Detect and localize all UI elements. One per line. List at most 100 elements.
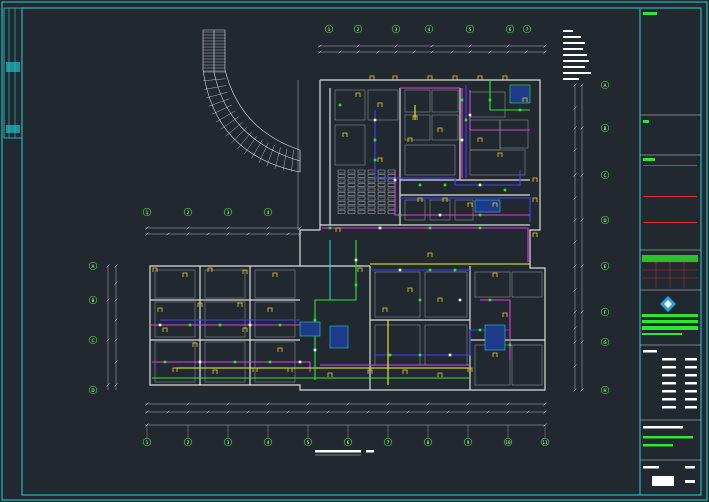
pipe-node: [398, 268, 402, 272]
desk-unit: [387, 205, 396, 210]
desk-unit: [357, 183, 366, 187]
grid-bubble-label: 5: [307, 440, 310, 445]
desk-unit: [377, 183, 386, 187]
fixture-symbol: [492, 272, 498, 277]
pipe-node: [460, 138, 464, 142]
fixture-symbol: [377, 102, 383, 107]
pipe-node: [418, 353, 422, 357]
desk-unit: [377, 178, 386, 183]
pipe-node: [478, 183, 482, 187]
sheet-outer-border: [1, 1, 708, 501]
desk-unit: [347, 196, 356, 201]
pipe-node: [478, 328, 482, 332]
fixture-symbol: [357, 267, 363, 272]
desk-unit: [387, 210, 396, 214]
room-outline: [511, 344, 543, 386]
fixture-symbol: [162, 327, 168, 332]
binding-strip: [3, 7, 23, 139]
grid-bubble-label: B: [604, 126, 607, 131]
desk-unit: [367, 201, 376, 205]
desk-unit: [347, 205, 356, 210]
pipe-node: [163, 360, 167, 364]
desk-unit: [337, 205, 346, 210]
desk-unit: [387, 169, 396, 174]
grid-bubble-label: 8: [427, 440, 430, 445]
desk-unit: [367, 210, 376, 214]
grid-bubble-label: 3: [227, 210, 230, 215]
desk-unit: [337, 201, 346, 205]
pipe-node: [373, 138, 377, 142]
tb-grid-small: [642, 261, 698, 288]
desk-unit: [377, 192, 386, 196]
pipe-node: [198, 360, 202, 364]
room-outline: [404, 199, 426, 221]
desk-unit: [387, 183, 396, 187]
ramp-tread: [204, 85, 227, 90]
ramp-tread: [291, 149, 294, 172]
room-outline: [499, 119, 529, 149]
room-outline: [404, 114, 431, 141]
ramp-tread: [251, 139, 263, 159]
desk-unit: [347, 174, 356, 178]
desk-unit: [337, 174, 346, 178]
grid-bubble-label: 2: [187, 440, 190, 445]
pipe-node: [460, 98, 464, 102]
desk-unit: [367, 187, 376, 192]
fixture-symbol: [502, 312, 508, 317]
room-outline: [367, 89, 399, 121]
cad-drawing-canvas[interactable]: 1 2 3 4 5 6 7 1 2 3 4 1 2 3 4 5 6 7 8 9 10 11 A B C D E F G H A B C D: [0, 0, 709, 502]
desk-unit: [377, 196, 386, 201]
tb-sign-rows: [643, 350, 697, 486]
grid-bubble-label: 3: [227, 440, 230, 445]
fixture-symbol: [532, 197, 538, 202]
room-outline: [404, 144, 456, 176]
pipe-node: [453, 268, 457, 272]
desk-unit: [367, 178, 376, 183]
desk-unit: [367, 192, 376, 196]
pipe-node: [373, 118, 377, 122]
grid-bubble-label: E: [604, 264, 607, 269]
pipe-node: [158, 323, 162, 327]
fixture-symbol: [382, 307, 388, 312]
grid-bubble-label: 4: [267, 440, 270, 445]
fixture-symbol: [377, 157, 383, 162]
grid-bubble-label: D: [603, 218, 606, 223]
fixture-symbol: [437, 127, 443, 132]
desk-unit: [337, 178, 346, 183]
desk-unit: [357, 201, 366, 205]
desk-unit: [347, 169, 356, 174]
pipe-node: [478, 213, 482, 217]
curved-ramp: [202, 29, 301, 173]
pipe-node: [478, 226, 482, 230]
desk-unit: [367, 174, 376, 178]
grid-bubble-label: 1: [328, 27, 331, 32]
fixture-symbol: [477, 137, 483, 142]
desk-unit: [337, 187, 346, 192]
fixture-symbol: [212, 369, 218, 374]
pipe-node: [313, 348, 317, 352]
pipe-node: [508, 343, 512, 347]
pipe-node: [278, 323, 282, 327]
grid-bubble-label: 5: [469, 27, 472, 32]
desk-unit: [357, 187, 366, 192]
grid-bubble-label: 1: [146, 210, 149, 215]
ramp-tread: [215, 110, 236, 123]
desk-unit: [367, 196, 376, 201]
fixture-symbol: [402, 369, 408, 374]
pipe-node: [488, 98, 492, 102]
pipe-node: [268, 360, 272, 364]
pipe-node: [354, 258, 358, 262]
grid-bubble-label: 2: [187, 210, 190, 215]
desk-unit: [337, 210, 346, 214]
grid-bubble-label: 1: [146, 440, 149, 445]
desk-unit: [357, 169, 366, 174]
room-outline: [204, 269, 246, 299]
grid-bubble-label: A: [604, 83, 607, 88]
grid-axis-bubbles: 1 2 3 4 5 6 7 1 2 3 4 1 2 3 4 5 6 7 8 9 10 11 A B C D E F G H A B C D: [88, 24, 610, 447]
room-outline: [429, 199, 451, 221]
desk-unit: [347, 210, 356, 214]
desk-unit: [377, 174, 386, 178]
pipe-node: [428, 268, 432, 272]
desk-unit: [377, 205, 386, 210]
grid-bubble-label: 7: [526, 27, 529, 32]
